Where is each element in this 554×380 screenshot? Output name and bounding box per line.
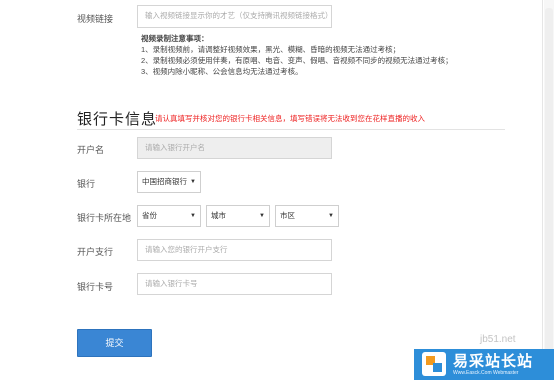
scrollbar-thumb[interactable] — [545, 8, 553, 368]
province-select-value: 省份 — [142, 211, 157, 220]
bank-section-warning: 请认真填写并核对您的银行卡相关信息，填写错误将无法收到您在花样直播的收入 — [155, 114, 425, 123]
district-select-value: 市区 — [280, 211, 295, 220]
watermark-brand: 易采站长站 — [453, 353, 534, 370]
chevron-down-icon: ▼ — [190, 179, 196, 185]
branch-input[interactable]: 请输入您的银行开户支行 — [137, 239, 332, 261]
bank-section-title: 银行卡信息 — [77, 111, 158, 128]
account-name-label: 开户名 — [77, 145, 105, 155]
branch-label: 开户支行 — [77, 247, 114, 257]
bank-label: 银行 — [77, 179, 96, 189]
city-select[interactable]: 城市 ▼ — [206, 205, 270, 227]
card-number-label: 银行卡号 — [77, 282, 114, 292]
video-link-input[interactable]: 输入视频链接显示你的才艺（仅支持腾讯视频链接格式） — [137, 5, 332, 28]
province-select[interactable]: 省份 ▼ — [137, 205, 201, 227]
district-select[interactable]: 市区 ▼ — [275, 205, 339, 227]
watermark-site-text: jb51.net — [480, 334, 516, 345]
chevron-down-icon: ▼ — [259, 213, 265, 219]
bank-select-value: 中国招商银行 — [142, 177, 187, 186]
scrollbar[interactable] — [544, 0, 554, 380]
bank-select[interactable]: 中国招商银行 ▼ — [137, 171, 201, 193]
account-name-input[interactable]: 请输入银行开户名 — [137, 137, 332, 159]
submit-button[interactable]: 提交 — [77, 329, 152, 357]
section-divider — [77, 129, 505, 130]
city-select-value: 城市 — [211, 211, 226, 220]
card-number-input[interactable]: 请输入银行卡号 — [137, 273, 332, 295]
video-link-label: 视频链接 — [77, 14, 114, 24]
location-label: 银行卡所在地 — [77, 213, 132, 223]
watermark-logo-icon — [422, 352, 446, 376]
video-notice-line: 2、录制视频必须使用伴奏，有原唱、电音、变声、假唱、音视频不同步的视频无法通过考… — [141, 56, 453, 65]
video-notice-line: 1、录制视频前，请调整好视频效果，黑光、模糊、昏暗的视频无法通过考核； — [141, 45, 401, 54]
video-notice: 视频录制注意事项： 1、录制视频前，请调整好视频效果，黑光、模糊、昏暗的视频无法… — [141, 33, 453, 77]
video-notice-title: 视频录制注意事项： — [141, 34, 209, 43]
watermark-url: Www.Easck.Com Webmaster — [453, 370, 519, 376]
chevron-down-icon: ▼ — [190, 213, 196, 219]
chevron-down-icon: ▼ — [328, 213, 334, 219]
video-notice-line: 3、视频内除小昵称、公会信息均无法通过考核。 — [141, 67, 303, 76]
